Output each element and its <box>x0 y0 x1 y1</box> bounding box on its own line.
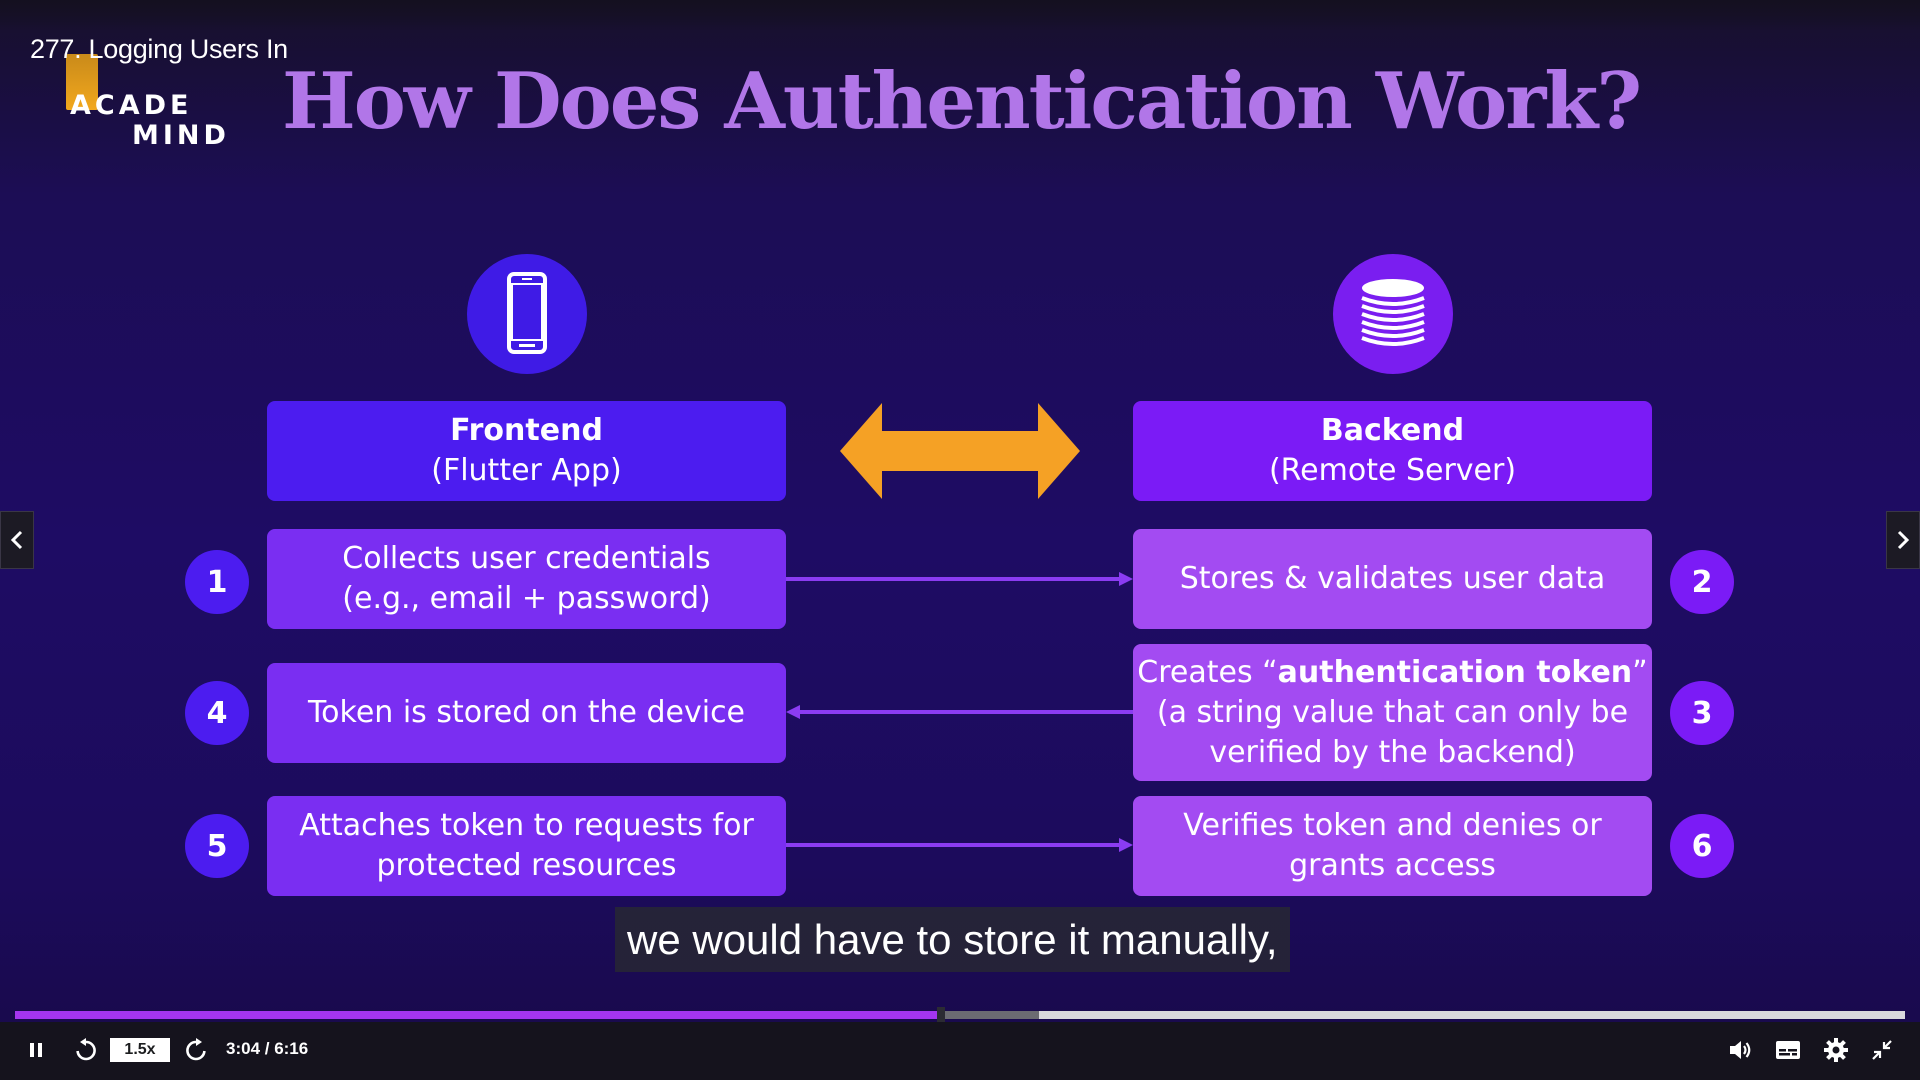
step-1-line2: (e.g., email + password) <box>342 581 711 616</box>
slide-title: How Does Authentication Work? <box>282 56 1642 147</box>
chevron-right-icon <box>1897 530 1910 550</box>
next-lecture-button[interactable] <box>1886 511 1920 569</box>
progress-bar[interactable] <box>15 1007 1905 1023</box>
step-2-line1: Stores & validates user data <box>1179 561 1606 596</box>
time-display: 3:04 / 6:16 <box>226 1039 309 1058</box>
progress-played <box>15 1011 942 1019</box>
step-1-box: Collects user credentials (e.g., email +… <box>267 529 786 629</box>
step-5-box: Attaches token to requests for protected… <box>267 796 786 896</box>
step-5-number-badge: 5 <box>185 814 249 878</box>
step-4-number-badge: 4 <box>185 681 249 745</box>
step-6-number-badge: 6 <box>1670 814 1734 878</box>
subtitle-caption: we would have to store it manually, <box>615 907 1290 972</box>
volume-button[interactable] <box>1722 1032 1758 1068</box>
flow-arrowhead-3-to-4 <box>786 705 800 719</box>
frontend-title: Frontend <box>450 413 603 448</box>
volume-icon <box>1730 1041 1751 1059</box>
flow-arrowhead-1-to-2 <box>1119 572 1133 586</box>
forward-button[interactable] <box>178 1032 214 1068</box>
step-6-line1: Verifies token and denies or <box>1183 808 1602 843</box>
video-player[interactable]: ACADE MIND How Does Authentication Work? <box>0 0 1920 1080</box>
step-5-line2: protected resources <box>376 848 677 883</box>
logo-text-line1: ACADE <box>70 90 193 121</box>
step-3-suffix: ” <box>1632 654 1648 690</box>
step-6-box: Verifies token and denies or grants acce… <box>1133 796 1652 896</box>
phone-icon <box>467 254 587 374</box>
lecture-title: 277. Logging Users In <box>30 34 288 64</box>
step-3-bold-term: authentication token <box>1277 654 1633 690</box>
frontend-header-box: Frontend (Flutter App) <box>267 401 786 501</box>
step-4-box: Token is stored on the device <box>267 663 786 763</box>
step-3-prefix: Creates “ <box>1137 654 1278 690</box>
step-1-line1: Collects user credentials <box>342 541 711 576</box>
step-5-line1: Attaches token to requests for <box>299 808 754 843</box>
exit-fullscreen-icon <box>1872 1040 1892 1060</box>
captions-button[interactable] <box>1770 1032 1806 1068</box>
step-3-line3: verified by the backend) <box>1209 734 1576 770</box>
captions-icon <box>1776 1041 1800 1059</box>
step-3-line1: Creates “authentication token” <box>1137 653 1647 693</box>
logo-text-line2: MIND <box>132 120 230 151</box>
step-6-line2: grants access <box>1289 848 1496 883</box>
pause-button[interactable] <box>20 1034 52 1066</box>
exit-fullscreen-button[interactable] <box>1864 1032 1900 1068</box>
step-3-number-badge: 3 <box>1670 681 1734 745</box>
rewind-icon <box>76 1038 96 1061</box>
top-shade <box>0 0 1920 30</box>
database-icon <box>1333 254 1453 374</box>
frontend-subtitle: (Flutter App) <box>431 453 622 488</box>
backend-header-box: Backend (Remote Server) <box>1133 401 1652 501</box>
settings-button[interactable] <box>1818 1032 1854 1068</box>
playback-speed-button[interactable]: 1.5x <box>110 1038 170 1062</box>
flow-arrowhead-5-to-6 <box>1119 838 1133 852</box>
backend-title: Backend <box>1320 413 1465 448</box>
player-control-bar: 1.5x 3:04 / 6:16 <box>0 1022 1920 1080</box>
previous-lecture-button[interactable] <box>0 511 34 569</box>
gear-icon <box>1824 1038 1848 1062</box>
forward-icon <box>186 1038 206 1061</box>
backend-subtitle: (Remote Server) <box>1268 453 1517 488</box>
progress-scrubber-handle[interactable] <box>937 1007 946 1023</box>
academind-logo: ACADE MIND <box>66 54 236 154</box>
step-2-box: Stores & validates user data <box>1133 529 1652 629</box>
step-4-line1: Token is stored on the device <box>307 695 746 730</box>
chevron-left-icon <box>10 530 23 550</box>
step-1-number-badge: 1 <box>185 550 249 614</box>
step-3-line2: (a string value that can only be <box>1156 694 1629 730</box>
step-2-number-badge: 2 <box>1670 550 1734 614</box>
rewind-button[interactable] <box>68 1032 104 1068</box>
bidirectional-arrow-icon <box>840 403 1080 499</box>
pause-icon <box>30 1043 42 1057</box>
step-3-box: Creates “authentication token” (a string… <box>1133 644 1652 781</box>
